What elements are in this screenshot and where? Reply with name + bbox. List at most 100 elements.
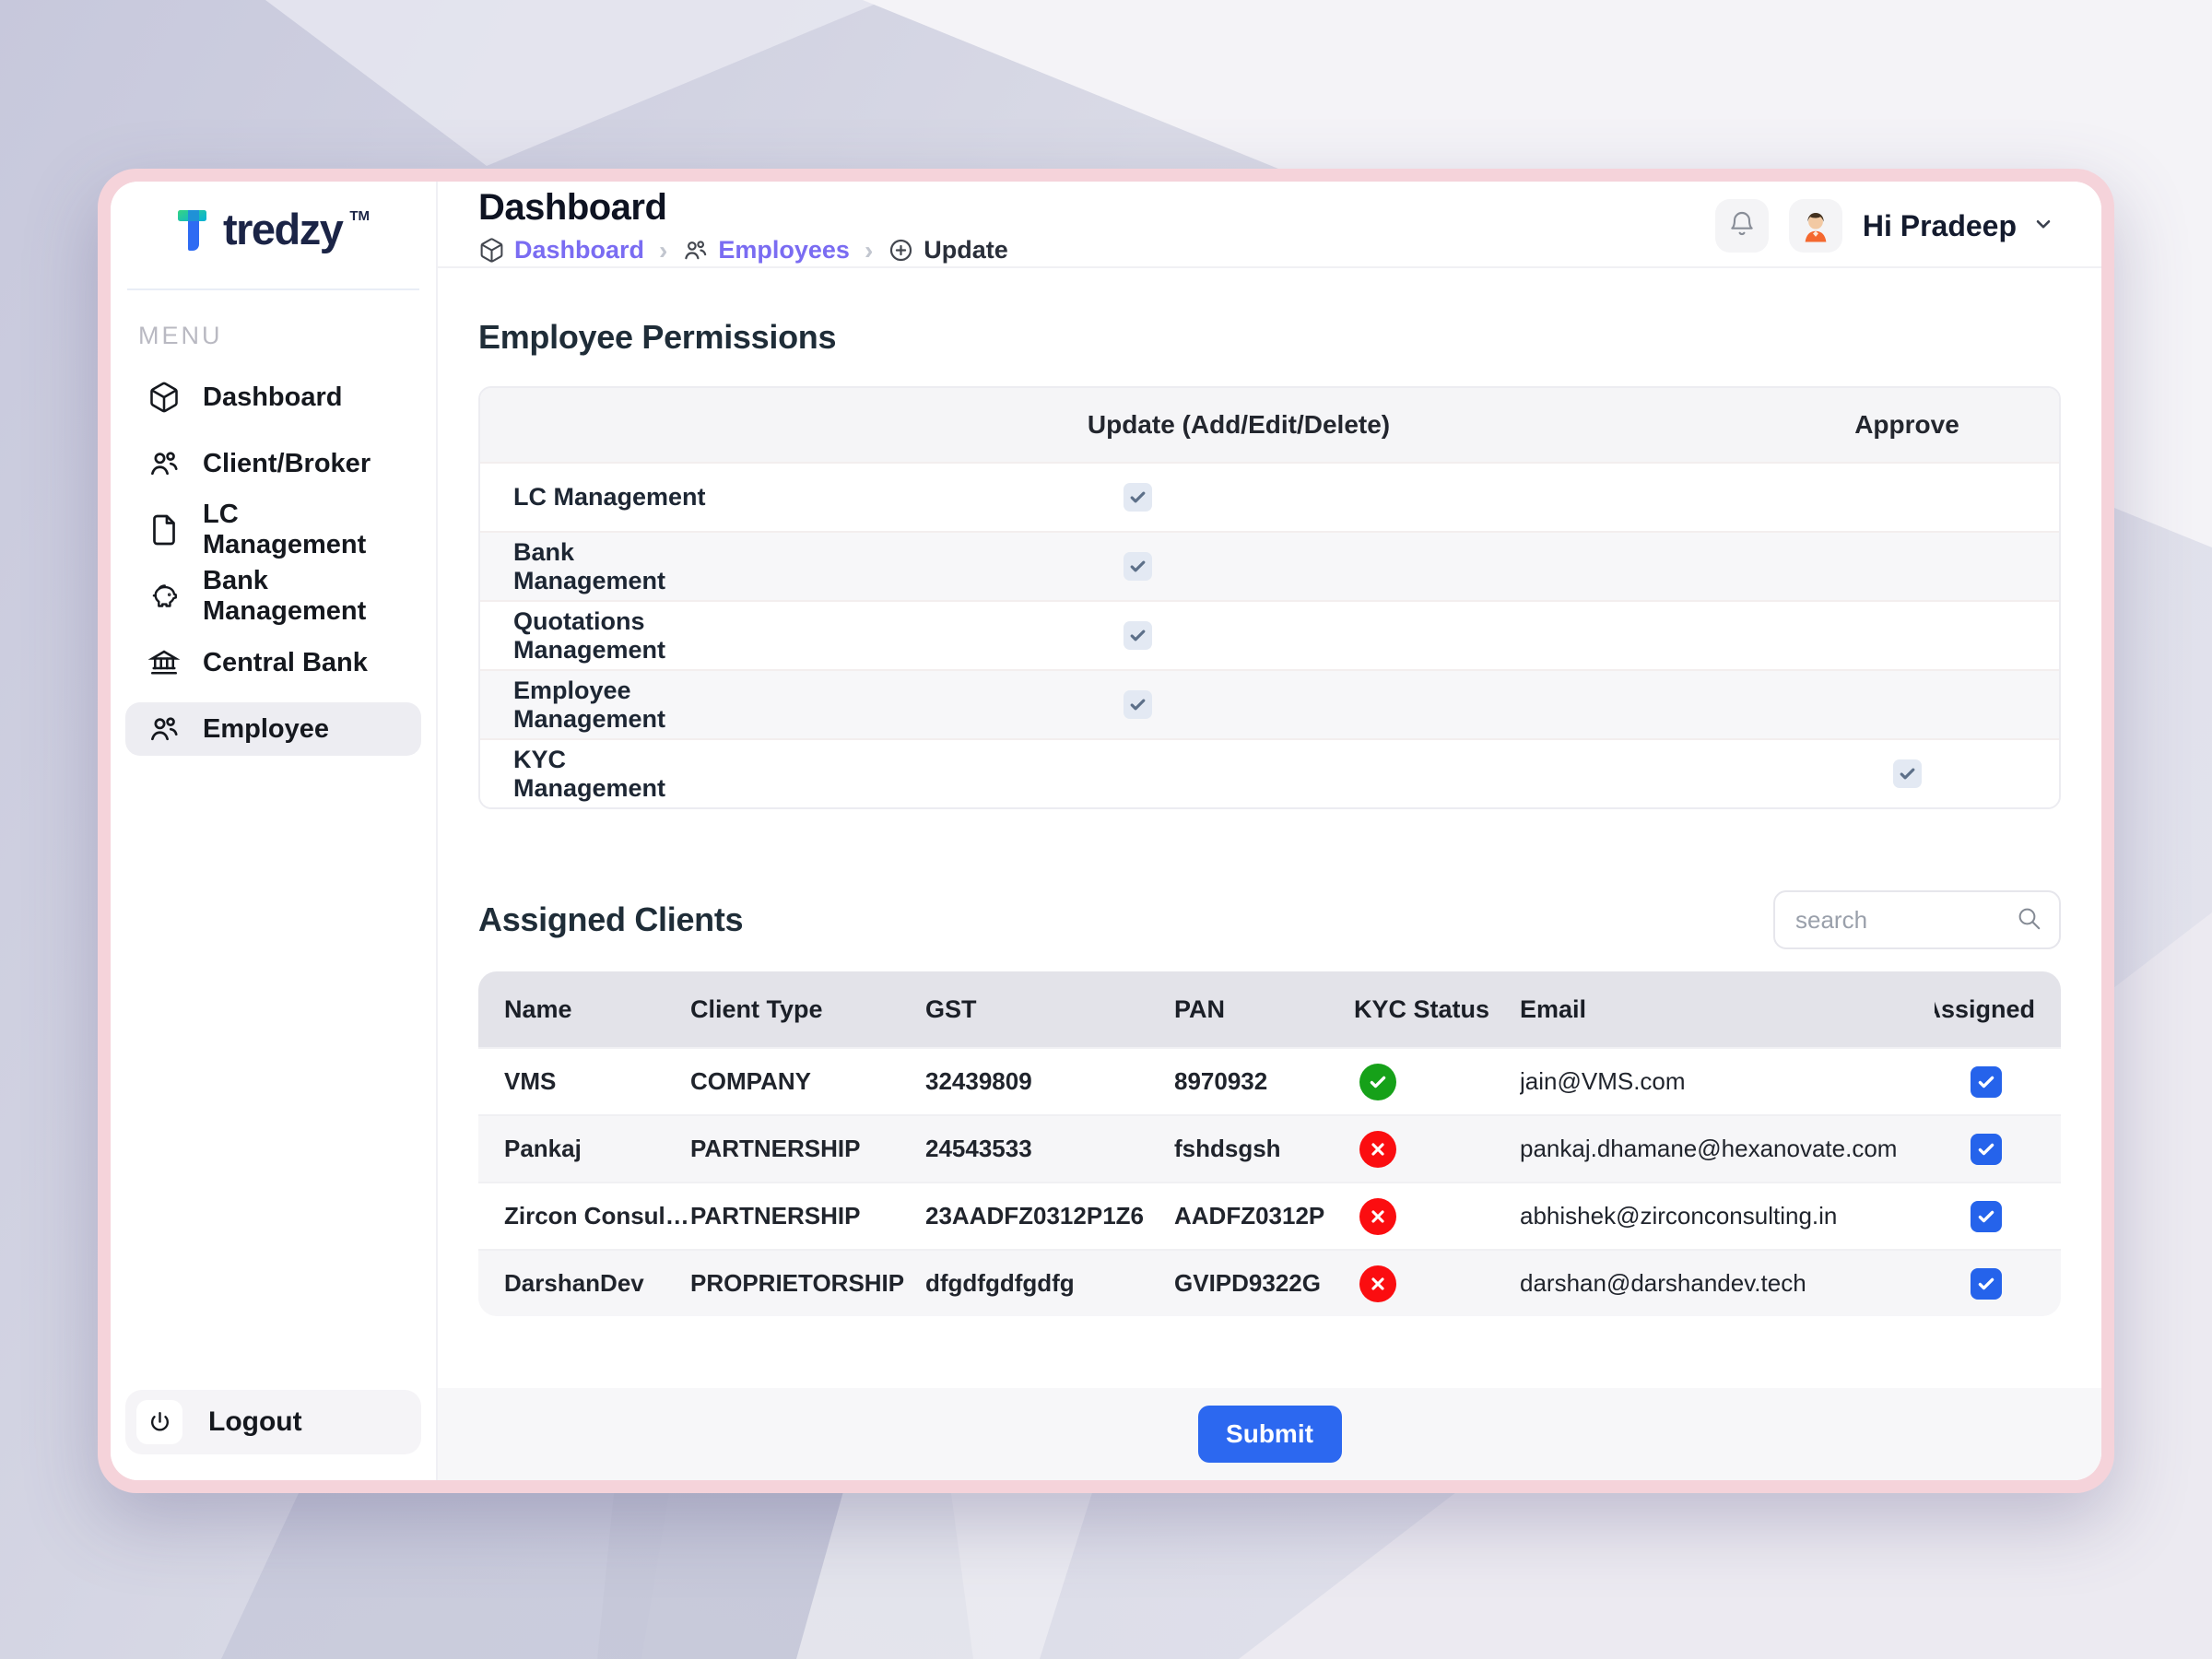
sidebar-item-label: Client/Broker — [203, 449, 371, 479]
bank-icon — [147, 646, 181, 679]
client-name: Pankaj — [478, 1135, 690, 1163]
assigned-checkbox-checked[interactable] — [1971, 1268, 2002, 1300]
clients-table: NameClient TypeGSTPANKYC StatusEmailAssi… — [478, 971, 2061, 1316]
breadcrumb-update: Update — [888, 236, 1008, 265]
client-kyc-cell — [1354, 1198, 1520, 1235]
client-gst: 23AADFZ0312P1Z6 — [925, 1202, 1174, 1230]
client-name: Zircon Consulting — [478, 1202, 690, 1230]
permission-checkbox-checked[interactable] — [1893, 759, 1922, 788]
sidebar-item-lc-management[interactable]: LC Management — [125, 503, 421, 557]
brand-logo: tredzy TM — [111, 182, 436, 274]
clients-col-client-type: Client Type — [690, 995, 925, 1024]
cube-icon — [478, 237, 505, 264]
users-icon — [682, 237, 709, 264]
permission-checkbox-checked[interactable] — [1124, 552, 1152, 581]
main-area: Dashboard Dashboard›Employees›Update — [438, 182, 2101, 1480]
permission-name: LC Management — [480, 483, 723, 512]
client-row-zircon-consulting: Zircon ConsultingPARTNERSHIP23AADFZ0312P… — [478, 1182, 2061, 1249]
permission-update-cell — [723, 483, 1755, 512]
brand-trademark: TM — [349, 209, 370, 224]
avatar[interactable] — [1789, 199, 1842, 253]
permissions-col-approve: Approve — [1755, 410, 2059, 440]
breadcrumb-employees[interactable]: Employees — [682, 236, 850, 265]
clients-col-name: Name — [478, 995, 690, 1024]
sidebar-item-label: Central Bank — [203, 648, 368, 678]
logout-label: Logout — [208, 1406, 302, 1438]
sidebar-item-central-bank[interactable]: Central Bank — [125, 636, 421, 689]
permission-name: Employee Management — [480, 677, 723, 734]
clients-col-kyc-status: KYC Status — [1354, 995, 1520, 1024]
footer-bar: Submit — [438, 1388, 2101, 1480]
sidebar-item-employee[interactable]: Employee — [125, 702, 421, 756]
sidebar-item-bank-management[interactable]: Bank Management — [125, 570, 421, 623]
page-heading-block: Dashboard Dashboard›Employees›Update — [478, 187, 1008, 265]
client-gst: 24543533 — [925, 1135, 1174, 1163]
assigned-checkbox-checked[interactable] — [1971, 1134, 2002, 1165]
breadcrumb-separator: › — [865, 236, 873, 265]
permissions-title: Employee Permissions — [478, 318, 2061, 357]
chevron-down-icon — [2031, 209, 2055, 243]
top-bar: Dashboard Dashboard›Employees›Update — [438, 182, 2101, 268]
breadcrumb: Dashboard›Employees›Update — [478, 236, 1008, 265]
plus-circle-icon — [888, 237, 914, 264]
client-type: PARTNERSHIP — [690, 1135, 925, 1163]
client-name: VMS — [478, 1067, 690, 1096]
submit-button[interactable]: Submit — [1198, 1406, 1342, 1463]
client-gst: 32439809 — [925, 1067, 1174, 1096]
kyc-rejected-icon — [1359, 1265, 1396, 1302]
user-menu[interactable]: Hi Pradeep — [1863, 209, 2065, 243]
search-input[interactable] — [1795, 906, 2015, 935]
permission-checkbox-checked[interactable] — [1124, 483, 1152, 512]
client-pan: fshdsgsh — [1174, 1135, 1354, 1163]
client-kyc-cell — [1354, 1131, 1520, 1168]
permission-row-lc-management: LC Management — [480, 462, 2059, 531]
menu-section-label: MENU — [138, 322, 436, 350]
permission-name: KYC Management — [480, 746, 723, 803]
app-window: tredzy TM MENU Dashboard Client/Broker LC … — [98, 169, 2114, 1493]
sidebar-item-label: Bank Management — [203, 566, 399, 627]
clients-col-assigned: Assigned — [1935, 995, 2061, 1024]
sidebar-item-dashboard[interactable]: Dashboard — [125, 371, 421, 424]
client-type: PROPRIETORSHIP — [690, 1269, 925, 1298]
client-gst: dfgdfgdfgdfg — [925, 1269, 1174, 1298]
client-email: abhishek@zirconconsulting.in — [1520, 1202, 1935, 1230]
permissions-col-update: Update (Add/Edit/Delete) — [723, 410, 1755, 440]
clients-col-gst: GST — [925, 995, 1174, 1024]
clients-title: Assigned Clients — [478, 900, 743, 939]
permission-row-bank-management: Bank Management — [480, 531, 2059, 600]
logout-button[interactable]: Logout — [125, 1390, 421, 1454]
users-icon — [147, 447, 181, 480]
assigned-checkbox-checked[interactable] — [1971, 1066, 2002, 1098]
content-area: Employee Permissions Update (Add/Edit/De… — [438, 268, 2101, 1388]
file-icon — [147, 513, 181, 547]
client-type: PARTNERSHIP — [690, 1202, 925, 1230]
sidebar-item-label: Dashboard — [203, 382, 342, 413]
kyc-rejected-icon — [1359, 1131, 1396, 1168]
permission-update-cell — [723, 690, 1755, 719]
notification-button[interactable] — [1715, 199, 1769, 253]
clients-table-header: NameClient TypeGSTPANKYC StatusEmailAssi… — [478, 971, 2061, 1047]
client-name: DarshanDev — [478, 1269, 690, 1298]
permission-update-cell — [723, 552, 1755, 581]
client-pan: GVIPD9322G — [1174, 1269, 1354, 1298]
permission-checkbox-checked[interactable] — [1124, 621, 1152, 650]
client-pan: 8970932 — [1174, 1067, 1354, 1096]
client-email: jain@VMS.com — [1520, 1067, 1935, 1096]
breadcrumb-label: Update — [924, 236, 1008, 265]
client-row-darshandev: DarshanDevPROPRIETORSHIPdfgdfgdfgdfgGVIP… — [478, 1249, 2061, 1316]
greeting-text: Hi Pradeep — [1863, 209, 2017, 243]
permission-checkbox-checked[interactable] — [1124, 690, 1152, 719]
breadcrumb-dashboard[interactable]: Dashboard — [478, 236, 644, 265]
client-kyc-cell — [1354, 1064, 1520, 1100]
clients-header-bar: Assigned Clients — [478, 890, 2061, 949]
avatar-image — [1796, 206, 1835, 245]
assigned-checkbox-checked[interactable] — [1971, 1201, 2002, 1232]
clients-table-body: VMSCOMPANY324398098970932 jain@VMS.com Pan… — [478, 1047, 2061, 1316]
sidebar: tredzy TM MENU Dashboard Client/Broker LC … — [111, 182, 438, 1480]
page-title: Dashboard — [478, 187, 1008, 229]
sidebar-item-client-broker[interactable]: Client/Broker — [125, 437, 421, 490]
users-icon — [147, 712, 181, 746]
bell-icon — [1727, 209, 1757, 243]
permission-name: Quotations Management — [480, 607, 723, 665]
client-type: COMPANY — [690, 1067, 925, 1096]
